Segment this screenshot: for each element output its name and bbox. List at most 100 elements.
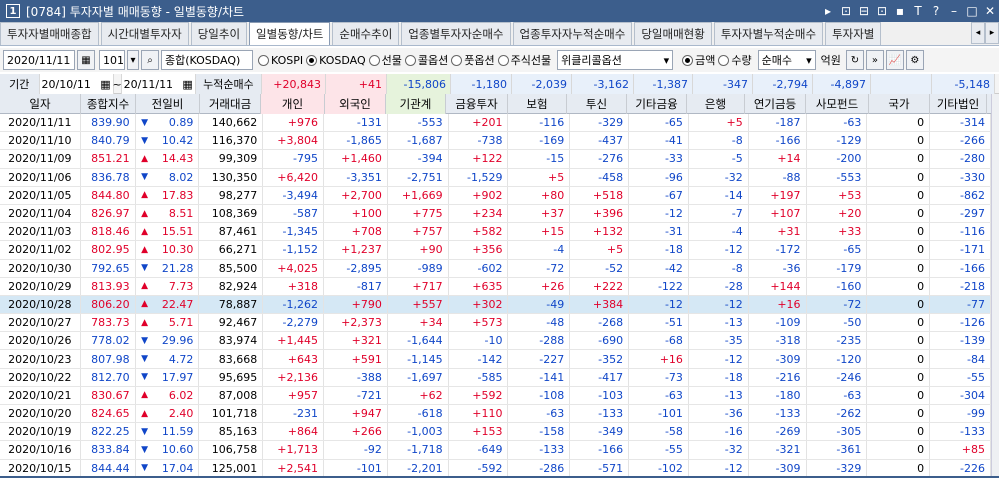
table-row[interactable]: 2020/10/16 833.84 ▼ 10.60 106,758 +1,713 -92 -1… bbox=[0, 441, 991, 460]
value-cell: +2,373 bbox=[324, 314, 388, 332]
value-cell: +717 bbox=[388, 277, 449, 295]
value-cell: -33 bbox=[629, 150, 689, 168]
scrollbar[interactable] bbox=[991, 94, 999, 478]
value-cell: -1,697 bbox=[388, 368, 449, 386]
window-button-6[interactable]: ? bbox=[927, 4, 945, 18]
calendar-icon[interactable]: ▦ bbox=[77, 50, 95, 70]
volume-cell: 87,008 bbox=[199, 386, 264, 404]
dropdown-icon[interactable]: ▾ bbox=[127, 50, 139, 70]
value-cell: -592 bbox=[449, 459, 509, 477]
settings-icon[interactable]: ⚙ bbox=[905, 50, 924, 70]
tab-4[interactable]: 순매수추이 bbox=[332, 22, 400, 45]
up-arrow-icon: ▲ bbox=[141, 390, 149, 401]
table-row[interactable]: 2020/11/09 851.21 ▲ 14.43 99,309 -795 +1,460 -3… bbox=[0, 150, 991, 169]
table-row[interactable]: 2020/10/27 783.73 ▲ 5.71 92,467 -2,279 +2,373 +… bbox=[0, 314, 991, 333]
table-row[interactable]: 2020/10/30 792.65 ▼ 21.28 85,500 +4,025 -2,895… bbox=[0, 259, 991, 278]
value-cell: -262 bbox=[807, 405, 868, 423]
value-cell: -160 bbox=[807, 277, 868, 295]
table-row[interactable]: 2020/10/26 778.02 ▼ 29.96 83,974 +1,445 +321 -1… bbox=[0, 332, 991, 351]
index-cell: 818.46 bbox=[81, 223, 136, 241]
value-cell: -4 bbox=[508, 241, 571, 259]
market-radio-5[interactable]: 주식선물 bbox=[497, 52, 551, 68]
search-icon[interactable]: ⌕ bbox=[141, 50, 159, 70]
table-row[interactable]: 2020/11/05 844.80 ▲ 17.83 98,277 -3,494 +2,700… bbox=[0, 186, 991, 205]
period-from[interactable]: 20/10/11 ▦ bbox=[39, 74, 114, 94]
tab-3[interactable]: 일별동향/차트 bbox=[249, 22, 331, 45]
value-cell: -690 bbox=[570, 332, 630, 350]
window-button-8[interactable]: □ bbox=[963, 4, 981, 18]
amount-radio-1[interactable]: 수량 bbox=[718, 52, 752, 68]
chevron-right-icon[interactable]: ▸ bbox=[985, 22, 999, 44]
window-button-2[interactable]: ⊟ bbox=[855, 4, 873, 18]
value-cell: -246 bbox=[807, 368, 868, 386]
mode-dropdown[interactable]: 순매수 ▾ bbox=[757, 50, 816, 70]
chevron-left-icon[interactable]: ◂ bbox=[971, 22, 985, 44]
market-radio-2[interactable]: 선물 bbox=[368, 52, 402, 68]
tab-9[interactable]: 투자자별 bbox=[825, 22, 882, 45]
volume-cell: 116,370 bbox=[199, 132, 264, 150]
volume-cell: 87,461 bbox=[199, 223, 264, 241]
value-cell: -68 bbox=[629, 332, 689, 350]
refresh-icon[interactable]: ↻ bbox=[845, 50, 864, 70]
value-cell: +197 bbox=[749, 186, 807, 204]
table-row[interactable]: 2020/10/21 830.67 ▲ 6.02 87,008 +957 -721 +62 +5… bbox=[0, 386, 991, 405]
option-dropdown[interactable]: 위클리콜옵션 ▾ bbox=[557, 50, 674, 70]
change-cell: ▲ 6.02 bbox=[136, 386, 200, 404]
change-value: 21.28 bbox=[161, 261, 194, 275]
window-button-0[interactable]: ▸ bbox=[819, 4, 837, 18]
window-button-1[interactable]: ⊡ bbox=[837, 4, 855, 18]
market-radio-3[interactable]: 콜옵션 bbox=[404, 52, 448, 68]
value-cell: -133 bbox=[930, 423, 991, 441]
table-row[interactable]: 2020/11/02 802.95 ▲ 10.30 66,271 -1,152 +1,237… bbox=[0, 241, 991, 260]
value-cell: -131 bbox=[324, 114, 388, 132]
table-row[interactable]: 2020/11/04 826.97 ▲ 8.51 108,369 -587 +100 +775… bbox=[0, 204, 991, 224]
period-to[interactable]: 20/11/11 ▦ bbox=[121, 74, 196, 94]
value-cell: -417 bbox=[570, 368, 630, 386]
value-cell: -1,718 bbox=[388, 441, 449, 459]
value-cell: -218 bbox=[930, 277, 991, 295]
window-button-3[interactable]: ⊡ bbox=[873, 4, 891, 18]
table-row[interactable]: 2020/11/06 836.78 ▼ 8.02 130,350 +6,420 -3,351… bbox=[0, 168, 991, 187]
up-arrow-icon: ▲ bbox=[141, 281, 149, 292]
date-input[interactable]: 2020/11/11 bbox=[3, 50, 75, 70]
tab-8[interactable]: 투자자별누적순매수 bbox=[713, 22, 824, 45]
period-to-value: 20/11/11 bbox=[123, 77, 174, 91]
tab-1[interactable]: 시간대별투자자 bbox=[100, 22, 189, 45]
value-cell: -141 bbox=[508, 368, 571, 386]
value-cell: -42 bbox=[629, 259, 689, 277]
code-input[interactable]: 101 bbox=[99, 50, 125, 70]
tab-2[interactable]: 당일추이 bbox=[190, 22, 248, 45]
value-cell: -36 bbox=[749, 259, 807, 277]
window-button-9[interactable]: ✕ bbox=[981, 4, 999, 18]
window-button-5[interactable]: T bbox=[909, 4, 927, 18]
tab-7[interactable]: 당일매매현황 bbox=[634, 22, 712, 45]
tab-5[interactable]: 업종별투자자순매수 bbox=[401, 22, 511, 45]
chart-icon[interactable]: 📈 bbox=[885, 50, 904, 70]
table-row[interactable]: 2020/10/29 813.93 ▲ 7.73 82,924 +318 -817 +717 +… bbox=[0, 277, 991, 296]
table-row[interactable]: 2020/10/23 807.98 ▼ 4.72 83,668 +643 +591 -1,14… bbox=[0, 350, 991, 369]
mode-value: 순매수 bbox=[761, 54, 793, 67]
header-14: 국가 bbox=[869, 94, 930, 114]
table-row[interactable]: 2020/10/28 806.20 ▲ 22.47 78,887 -1,262 +790 +5… bbox=[0, 295, 991, 315]
window-button-7[interactable]: – bbox=[945, 4, 963, 18]
amount-radio-0[interactable]: 금액 bbox=[682, 52, 715, 68]
market-radio-4[interactable]: 풋옵션 bbox=[451, 52, 495, 68]
tab-0[interactable]: 투자자별매매종합 bbox=[0, 22, 99, 45]
value-cell: -361 bbox=[807, 441, 868, 459]
value-cell: -1,529 bbox=[449, 168, 509, 186]
market-radio-0[interactable]: KOSPI bbox=[258, 52, 303, 68]
table-row[interactable]: 2020/10/19 822.25 ▼ 11.59 85,163 +864 +266 -1,0… bbox=[0, 423, 991, 442]
value-cell: -587 bbox=[263, 204, 325, 223]
value-cell: -12 bbox=[629, 295, 689, 314]
table-row[interactable]: 2020/11/03 818.46 ▲ 15.51 87,461 -1,345 +708 +7… bbox=[0, 223, 991, 242]
next-icon[interactable]: » bbox=[865, 50, 884, 70]
market-radio-1[interactable]: KOSDAQ bbox=[306, 52, 366, 68]
change-cell: ▼ 17.04 bbox=[136, 459, 200, 477]
down-arrow-icon: ▼ bbox=[141, 172, 149, 183]
table-row[interactable]: 2020/11/11 839.90 ▼ 0.89 140,662 +976 -131 -553… bbox=[0, 114, 991, 133]
table-row[interactable]: 2020/11/10 840.79 ▼ 10.42 116,370 +3,804 -1,86… bbox=[0, 132, 991, 151]
table-row[interactable]: 2020/10/22 812.70 ▼ 17.97 95,695 +2,136 -388 -1… bbox=[0, 368, 991, 387]
table-row[interactable]: 2020/10/20 824.65 ▲ 2.40 101,718 -231 +947 -618… bbox=[0, 405, 991, 424]
window-button-4[interactable]: ▪ bbox=[891, 4, 909, 18]
tab-6[interactable]: 업종투자자누적순매수 bbox=[512, 22, 633, 45]
